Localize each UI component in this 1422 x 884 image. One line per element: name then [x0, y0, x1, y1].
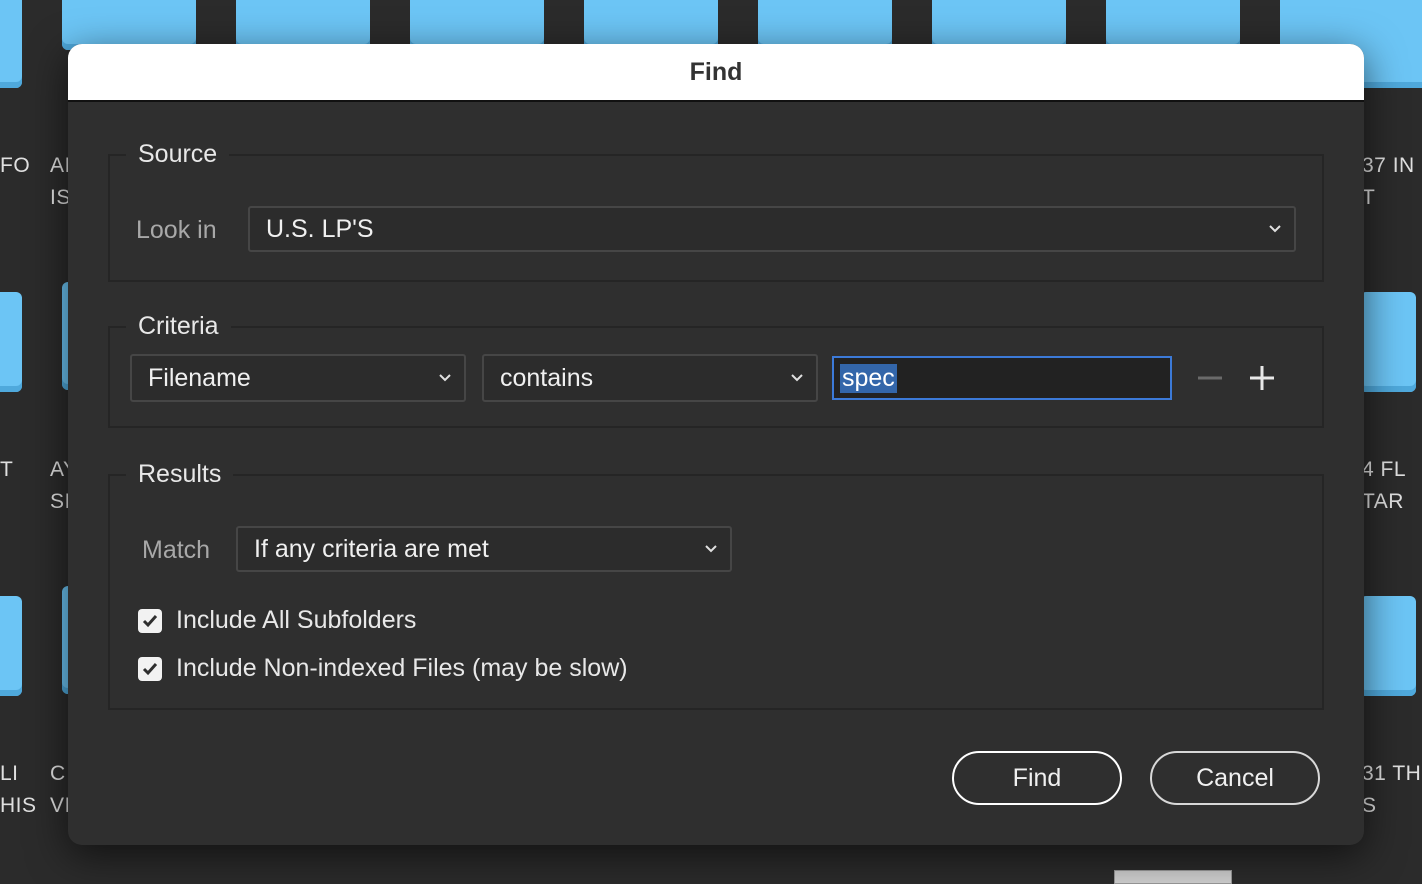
folder-icon[interactable] — [1360, 596, 1416, 696]
include-subfolders-label: Include All Subfolders — [176, 606, 417, 634]
dialog-titlebar[interactable]: Find — [68, 44, 1364, 102]
folder-icon[interactable] — [410, 0, 544, 50]
thumbnail-icon[interactable] — [1114, 870, 1232, 884]
dialog-title: Find — [689, 57, 743, 86]
match-value: If any criteria are met — [254, 534, 489, 563]
folder-label: 31 TH S — [1362, 762, 1422, 817]
cancel-button[interactable]: Cancel — [1150, 751, 1320, 805]
chevron-down-icon — [1269, 225, 1281, 233]
look-in-value: U.S. LP'S — [266, 214, 374, 243]
look-in-label: Look in — [136, 216, 217, 244]
chevron-down-icon — [705, 545, 717, 553]
chevron-down-icon — [791, 374, 803, 382]
folder-icon[interactable] — [932, 0, 1066, 50]
folder-icon[interactable] — [1106, 0, 1240, 50]
criteria-field-select[interactable]: Filename — [130, 354, 466, 402]
checkmark-icon[interactable] — [138, 608, 162, 633]
include-subfolders-checkbox[interactable]: Include All Subfolders — [138, 606, 416, 635]
plus-icon[interactable] — [1246, 362, 1278, 394]
folder-label: FO — [0, 154, 31, 177]
folder-icon[interactable] — [0, 596, 22, 696]
source-group-title: Source — [126, 136, 230, 172]
results-group-title: Results — [126, 456, 234, 492]
look-in-select[interactable]: U.S. LP'S — [248, 206, 1296, 252]
criteria-group: Criteria Filename contains spec — [108, 308, 1324, 428]
minus-icon[interactable] — [1194, 362, 1226, 394]
include-nonindexed-label: Include Non-indexed Files (may be slow) — [176, 654, 628, 682]
include-nonindexed-checkbox[interactable]: Include Non-indexed Files (may be slow) — [138, 654, 628, 683]
folder-label: LI HIS — [0, 762, 37, 817]
criteria-text-value: spec — [840, 363, 897, 393]
find-button[interactable]: Find — [952, 751, 1122, 805]
criteria-group-title: Criteria — [126, 308, 231, 344]
criteria-operator-select[interactable]: contains — [482, 354, 818, 402]
folder-label: 4 FL TAR — [1362, 458, 1407, 513]
match-label: Match — [142, 536, 211, 564]
source-group: Source Look in U.S. LP'S — [108, 136, 1324, 282]
folder-icon[interactable] — [0, 292, 22, 392]
criteria-operator-value: contains — [500, 363, 594, 392]
folder-label: T — [0, 458, 14, 481]
criteria-field-value: Filename — [148, 363, 251, 392]
find-dialog: Find Source Look in U.S. LP'S Criteria F… — [68, 44, 1364, 845]
criteria-text-input[interactable]: spec — [832, 356, 1172, 400]
folder-icon[interactable] — [584, 0, 718, 50]
results-group: Results Match If any criteria are met In… — [108, 456, 1324, 710]
checkmark-icon[interactable] — [138, 656, 162, 681]
folder-icon[interactable] — [758, 0, 892, 50]
folder-icon[interactable] — [1360, 292, 1416, 392]
folder-icon[interactable] — [236, 0, 370, 50]
folder-label: 37 IN T — [1362, 154, 1415, 209]
match-select[interactable]: If any criteria are met — [236, 526, 732, 572]
chevron-down-icon — [439, 374, 451, 382]
folder-icon[interactable] — [62, 0, 196, 50]
folder-icon[interactable] — [0, 0, 22, 88]
